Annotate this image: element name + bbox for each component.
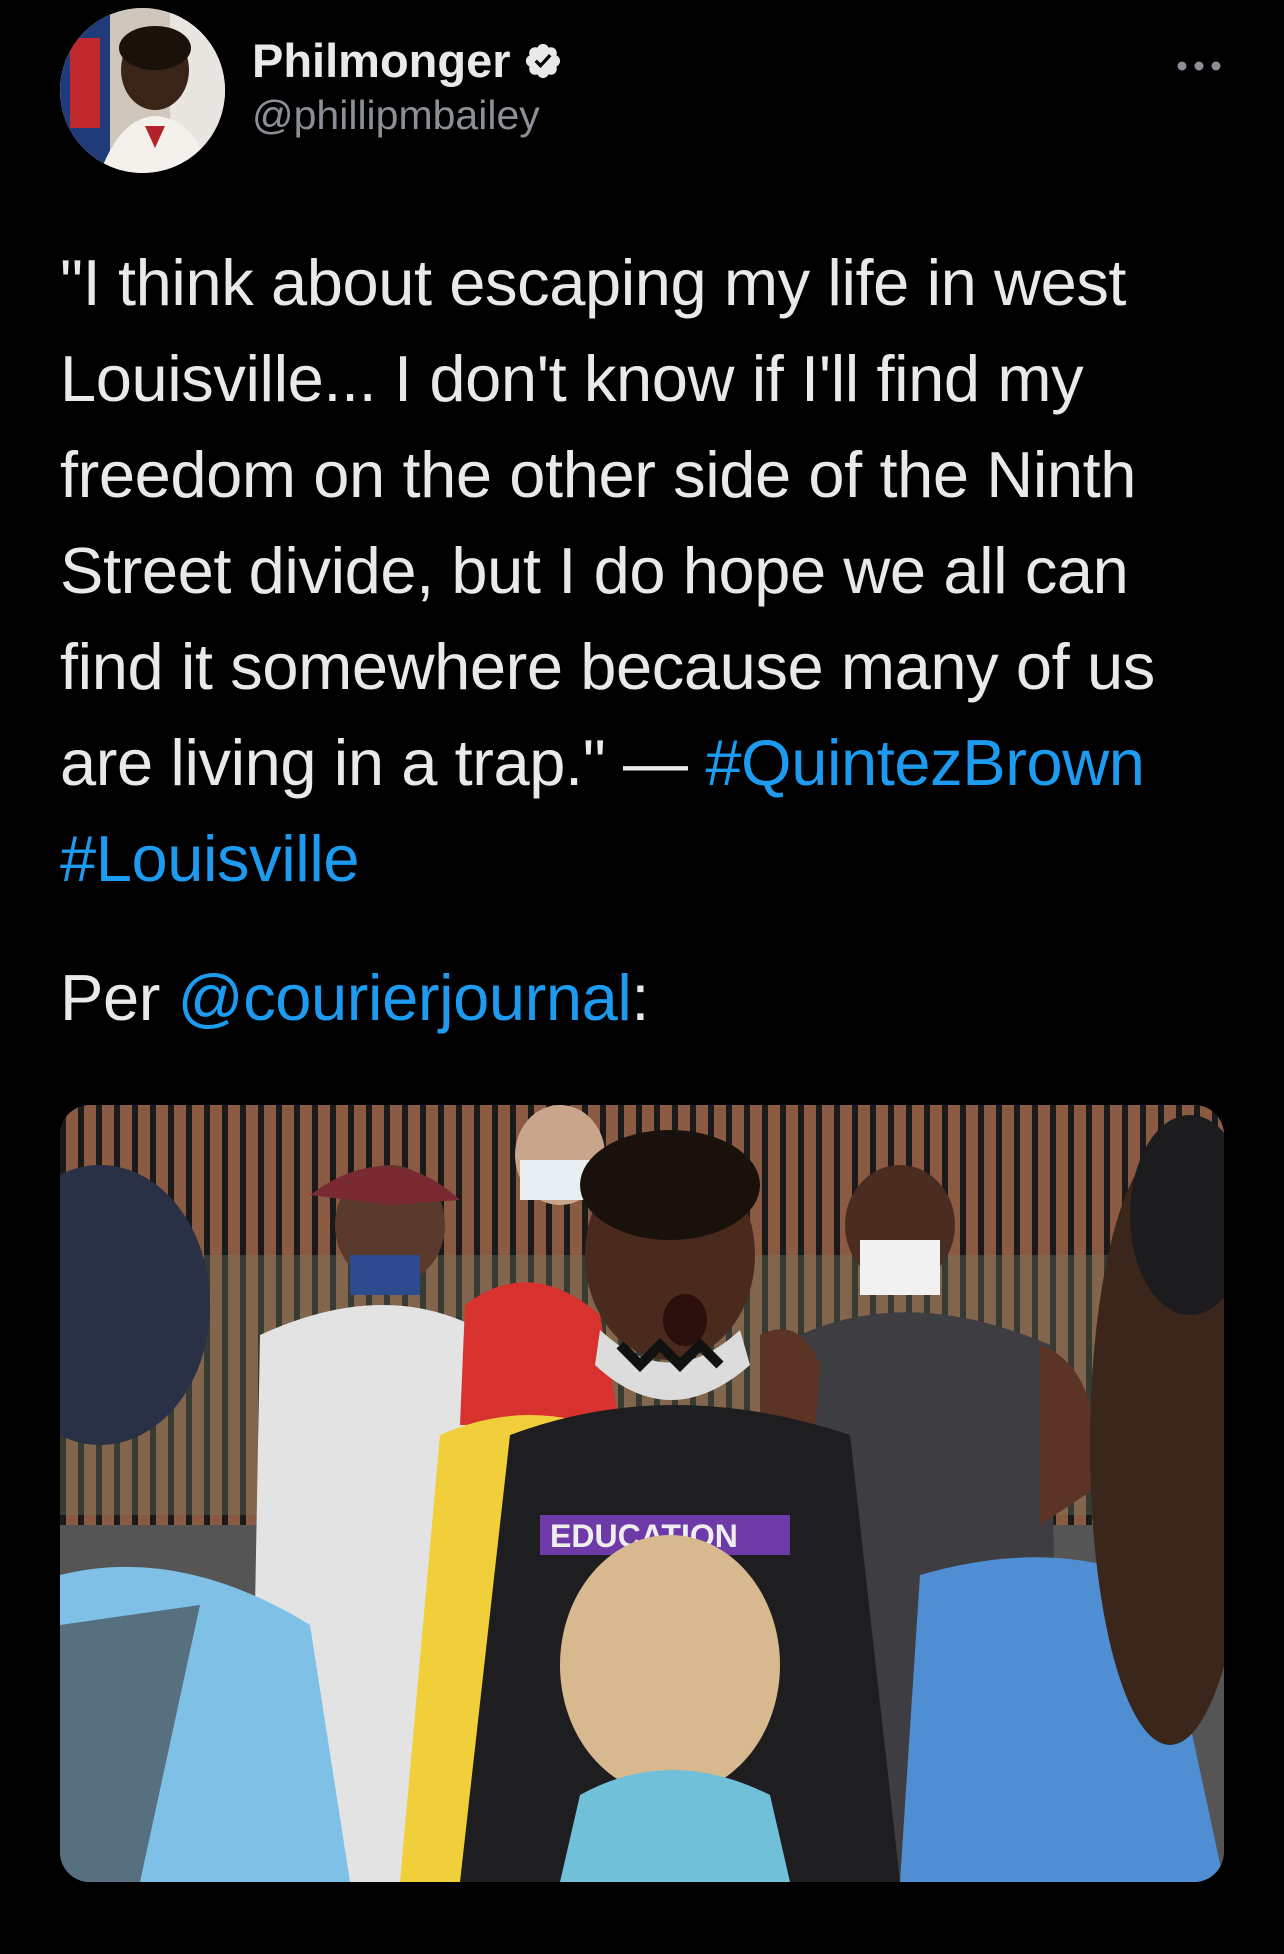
author-handle[interactable]: @phillipmbailey: [252, 92, 563, 139]
more-icon[interactable]: [1174, 46, 1224, 86]
hashtag-quintezbrown[interactable]: #QuintezBrown: [705, 726, 1145, 799]
tweet-header: Philmonger @phillipmbailey: [60, 8, 1224, 173]
protest-photo: EDUCATION: [60, 1105, 1224, 1882]
tweet-text: "I think about escaping my life in west …: [60, 235, 1224, 907]
tweet-media-photo[interactable]: EDUCATION: [60, 1105, 1224, 1882]
avatar[interactable]: [60, 8, 225, 173]
hashtag-louisville[interactable]: #Louisville: [60, 822, 360, 895]
tweet-quote: "I think about escaping my life in west …: [60, 246, 1155, 799]
author-block: Philmonger @phillipmbailey: [252, 33, 563, 139]
name-row: Philmonger: [252, 33, 563, 88]
verified-badge-icon: [525, 43, 560, 78]
per-prefix: Per: [60, 961, 178, 1034]
source-line: Per @courierjournal:: [60, 950, 1224, 1046]
per-suffix: :: [631, 961, 650, 1034]
avatar-photo: [60, 8, 225, 173]
display-name[interactable]: Philmonger: [252, 33, 511, 88]
mention-courierjournal[interactable]: @courierjournal: [178, 961, 632, 1034]
